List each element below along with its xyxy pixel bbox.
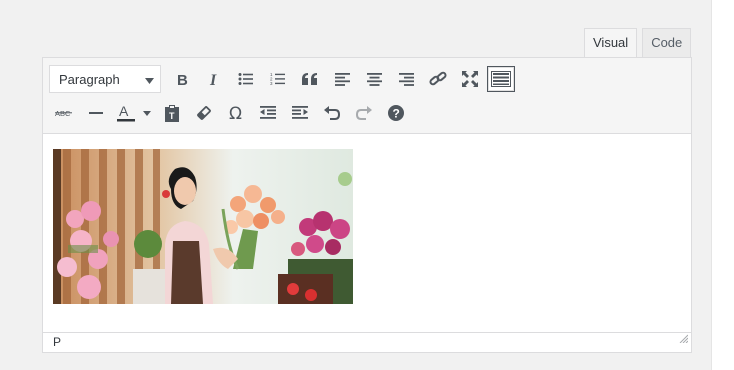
clear-formatting-button[interactable] [189,99,219,127]
chevron-down-icon [143,110,151,116]
omega-icon: Ω [228,105,244,121]
fullscreen-button[interactable] [455,65,485,93]
align-left-icon [334,72,350,86]
svg-text:B: B [177,72,188,86]
bullet-list-icon [238,72,254,86]
horizontal-line-icon [89,111,103,115]
align-left-button[interactable] [327,65,357,93]
svg-text:Ω: Ω [229,105,242,121]
svg-text:3: 3 [270,81,273,86]
toolbar-toggle-button[interactable] [487,66,515,92]
format-select-value: Paragraph [59,71,120,87]
blockquote-icon [302,73,318,85]
blockquote-button[interactable] [295,65,325,93]
bold-button[interactable]: B [167,65,197,93]
numbered-list-icon: 123 [270,72,286,86]
resize-handle-icon[interactable] [679,330,689,349]
florist-photo[interactable] [53,149,353,304]
editor-statusbar: P [43,332,691,352]
tab-code[interactable]: Code [642,28,692,58]
tab-visual[interactable]: Visual [584,28,638,59]
horizontal-line-button[interactable] [81,99,111,127]
numbered-list-button[interactable]: 123 [263,65,293,93]
indent-icon [292,106,308,120]
editor-tabs: Visual Code [584,28,692,59]
editor-toolbar: Paragraph B I 123 ABC A T Ω ? [43,58,691,134]
svg-text:I: I [209,72,217,86]
element-path[interactable]: P [53,335,61,349]
outdent-icon [260,106,276,120]
right-panel-edge [711,0,734,370]
align-center-button[interactable] [359,65,389,93]
chevron-down-icon [145,72,154,87]
toolbar-toggle-icon [491,71,511,87]
toolbar-row-1: Paragraph B I 123 [49,62,685,96]
bullet-list-button[interactable] [231,65,261,93]
bold-icon: B [175,72,189,86]
align-center-icon [366,72,382,86]
paste-as-text-icon: T [164,104,180,122]
indent-button[interactable] [285,99,315,127]
italic-icon: I [207,72,221,86]
text-color-icon: A [117,104,137,122]
toolbar-row-2: ABC A T Ω ? [49,96,685,130]
italic-button[interactable]: I [199,65,229,93]
format-select[interactable]: Paragraph [49,65,161,93]
editor-content[interactable] [43,134,691,332]
align-right-button[interactable] [391,65,421,93]
svg-text:ABC: ABC [55,109,71,118]
paste-as-text-button[interactable]: T [157,99,187,127]
text-color-button[interactable]: A [113,99,155,127]
rich-text-editor: Paragraph B I 123 ABC A T Ω ? P [42,57,692,353]
undo-button[interactable] [317,99,347,127]
fullscreen-icon [462,71,478,87]
link-icon [429,71,447,87]
align-right-icon [398,72,414,86]
undo-icon [324,105,340,121]
redo-button[interactable] [349,99,379,127]
svg-text:T: T [169,111,175,121]
strikethrough-icon: ABC [55,108,73,118]
help-button[interactable]: ? [381,99,411,127]
svg-text:?: ? [393,107,400,121]
outdent-button[interactable] [253,99,283,127]
special-character-button[interactable]: Ω [221,99,251,127]
svg-text:A: A [119,104,129,119]
redo-icon [356,105,372,121]
eraser-icon [196,105,212,121]
help-icon: ? [388,105,404,121]
link-button[interactable] [423,65,453,93]
strikethrough-button[interactable]: ABC [49,99,79,127]
